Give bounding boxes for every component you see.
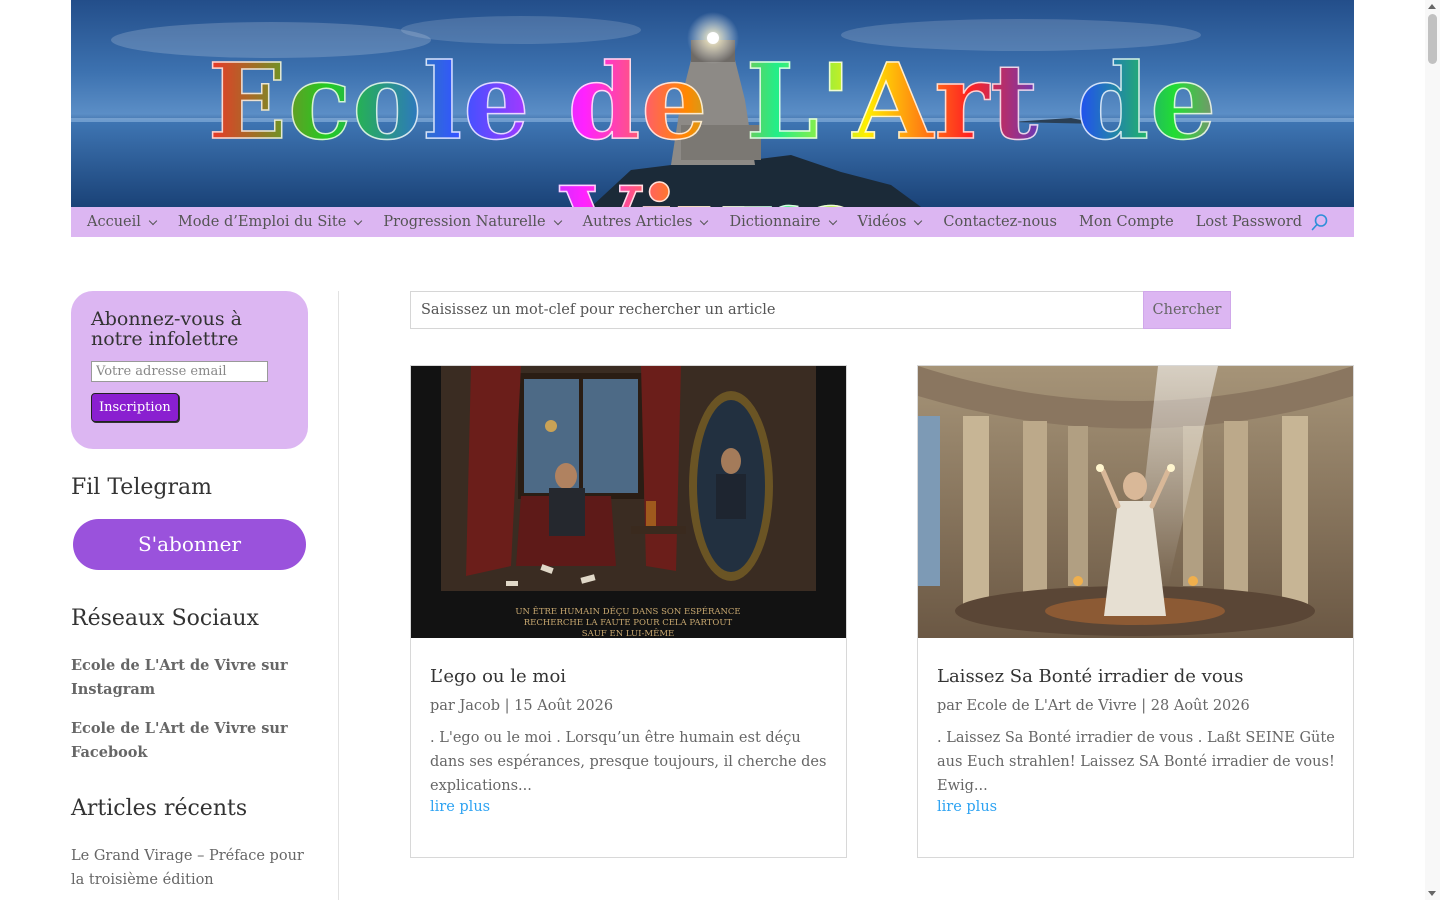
search-button[interactable]: Chercher xyxy=(1143,291,1231,329)
recent-article-link[interactable]: Le Grand Virage – Préface pour la troisi… xyxy=(71,844,308,892)
post-meta: par Jacob | 15 Août 2026 xyxy=(430,698,614,714)
post-meta: par Ecole de L'Art de Vivre | 28 Août 20… xyxy=(937,698,1250,714)
nav-item-autres-articles[interactable]: Autres Articles xyxy=(582,214,709,230)
chevron-down-icon xyxy=(354,216,363,225)
chevron-down-icon xyxy=(553,216,562,225)
bonte-illustration xyxy=(918,366,1353,638)
post-excerpt: . Laissez Sa Bonté irradier de vous . La… xyxy=(937,730,1335,794)
inscription-button[interactable]: Inscription xyxy=(91,393,179,422)
scroll-down-arrow-icon[interactable] xyxy=(1428,891,1436,896)
chevron-down-icon xyxy=(700,216,709,225)
post-thumbnail-bonte[interactable] xyxy=(918,366,1353,638)
newsletter-title: Abonnez-vous à notre infolettre xyxy=(91,308,242,350)
ego-illustration: UN ÊTRE HUMAIN DÉÇU DANS SON ESPÉRANCE R… xyxy=(411,366,846,638)
chevron-down-icon xyxy=(914,216,923,225)
telegram-heading: Fil Telegram xyxy=(71,475,212,500)
nav-item-mode-emploi[interactable]: Mode d’Emploi du Site xyxy=(177,214,363,230)
nav-item-label: Vidéos xyxy=(857,214,907,230)
nav-item-label: Progression Naturelle xyxy=(383,214,546,230)
nav-item-label: Autres Articles xyxy=(582,214,693,230)
facebook-link[interactable]: Ecole de L'Art de Vivre sur Facebook xyxy=(71,717,308,765)
svg-text:SAUF EN LUI-MÊME: SAUF EN LUI-MÊME xyxy=(582,627,674,638)
nav-item-label: Mode d’Emploi du Site xyxy=(177,214,347,230)
instagram-link[interactable]: Ecole de L'Art de Vivre sur Instagram xyxy=(71,654,308,702)
nav-item-mon-compte[interactable]: Mon Compte xyxy=(1079,214,1174,230)
scroll-up-arrow-icon[interactable] xyxy=(1428,4,1436,9)
nav-item-label: Contactez-nous xyxy=(943,214,1057,230)
post-title[interactable]: L’ego ou le moi xyxy=(430,666,566,687)
newsletter-box: Abonnez-vous à notre infolettre Inscript… xyxy=(71,291,308,449)
nav-item-videos[interactable]: Vidéos xyxy=(857,214,923,230)
email-field[interactable] xyxy=(91,361,268,382)
scroll-thumb[interactable] xyxy=(1428,14,1437,64)
post-card: UN ÊTRE HUMAIN DÉÇU DANS SON ESPÉRANCE R… xyxy=(410,365,847,858)
site-banner[interactable]: Ecole de L'Art de Vivre xyxy=(71,0,1354,207)
sidebar-divider xyxy=(338,291,339,900)
sidebar: Abonnez-vous à notre infolettre Inscript… xyxy=(71,291,308,888)
nav-item-lost-password[interactable]: Lost Password xyxy=(1196,214,1302,230)
chevron-down-icon xyxy=(828,216,837,225)
search-icon[interactable] xyxy=(1311,213,1329,231)
nav-item-dictionnaire[interactable]: Dictionnaire xyxy=(729,214,837,230)
telegram-subscribe-button[interactable]: S'abonner xyxy=(73,519,306,570)
post-excerpt: . L'ego ou le moi . Lorsqu’un être humai… xyxy=(430,730,827,794)
post-card: Laissez Sa Bonté irradier de vous par Ec… xyxy=(917,365,1354,858)
read-more-link[interactable]: lire plus xyxy=(937,799,997,815)
post-title[interactable]: Laissez Sa Bonté irradier de vous xyxy=(937,666,1244,687)
chevron-down-icon xyxy=(148,216,158,225)
main-nav: Accueil Mode d’Emploi du Site Progressio… xyxy=(71,207,1354,237)
nav-item-progression[interactable]: Progression Naturelle xyxy=(383,214,562,230)
nav-item-label: Mon Compte xyxy=(1078,214,1174,230)
recent-articles-heading: Articles récents xyxy=(71,796,248,821)
nav-item-label: Lost Password xyxy=(1195,214,1302,230)
banner-title: Ecole de L'Art de Vivre xyxy=(71,39,1354,207)
nav-item-label: Dictionnaire xyxy=(729,214,821,230)
read-more-link[interactable]: lire plus xyxy=(430,799,490,815)
nav-item-accueil[interactable]: Accueil xyxy=(87,214,158,230)
article-search-input[interactable] xyxy=(410,291,1144,329)
post-thumbnail-ego[interactable]: UN ÊTRE HUMAIN DÉÇU DANS SON ESPÉRANCE R… xyxy=(411,366,846,638)
page-scrollbar[interactable] xyxy=(1425,0,1440,900)
svg-text:RECHERCHE LA FAUTE POUR CELA P: RECHERCHE LA FAUTE POUR CELA PARTOUT xyxy=(524,618,733,628)
social-heading: Réseaux Sociaux xyxy=(71,606,259,631)
ego-image-caption: UN ÊTRE HUMAIN DÉÇU DANS SON ESPÉRANCE xyxy=(515,605,740,617)
nav-item-label: Accueil xyxy=(87,214,141,230)
nav-item-contact[interactable]: Contactez-nous xyxy=(943,214,1057,230)
